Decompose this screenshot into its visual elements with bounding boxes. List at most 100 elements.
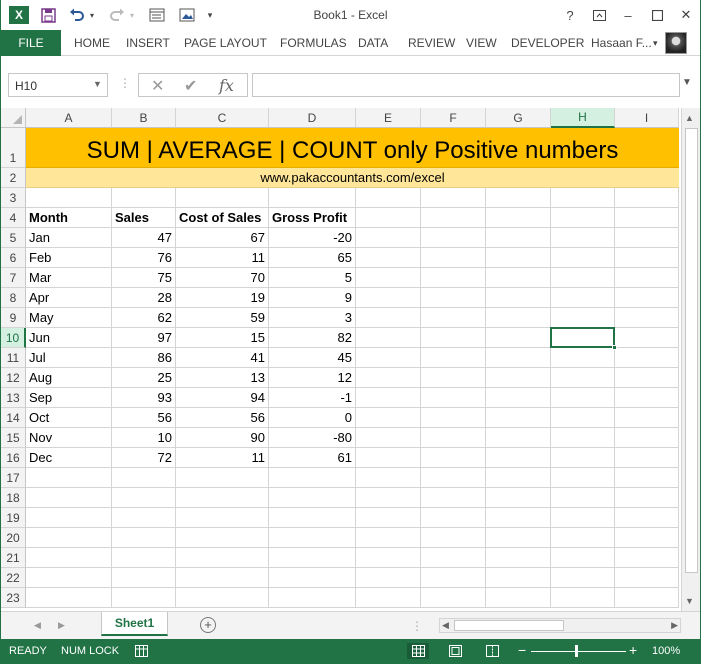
cell[interactable] bbox=[486, 328, 551, 348]
cell[interactable] bbox=[26, 508, 112, 528]
cell[interactable] bbox=[486, 208, 551, 228]
cell[interactable] bbox=[269, 588, 356, 608]
cell[interactable] bbox=[421, 388, 486, 408]
expand-formula-bar-icon[interactable]: ▼ bbox=[682, 77, 692, 88]
enter-icon[interactable]: ✔ bbox=[184, 76, 197, 96]
cell[interactable] bbox=[551, 568, 615, 588]
cell[interactable] bbox=[421, 488, 486, 508]
cell[interactable] bbox=[421, 288, 486, 308]
cell[interactable] bbox=[551, 268, 615, 288]
cell[interactable] bbox=[615, 468, 679, 488]
month-cell[interactable]: Aug bbox=[26, 368, 112, 388]
cell[interactable] bbox=[421, 208, 486, 228]
value-cell[interactable]: 59 bbox=[176, 308, 269, 328]
tab-insert[interactable]: INSERT bbox=[126, 36, 170, 50]
cell[interactable] bbox=[486, 288, 551, 308]
sheet-tab-sheet1[interactable]: Sheet1 bbox=[101, 612, 168, 636]
cell[interactable] bbox=[486, 428, 551, 448]
cell[interactable] bbox=[421, 268, 486, 288]
cell[interactable] bbox=[176, 508, 269, 528]
user-name[interactable]: Hasaan F... bbox=[591, 36, 652, 50]
value-cell[interactable]: 56 bbox=[176, 408, 269, 428]
save-icon[interactable] bbox=[39, 6, 57, 24]
cell[interactable] bbox=[112, 528, 176, 548]
cell[interactable] bbox=[26, 588, 112, 608]
cell[interactable] bbox=[112, 508, 176, 528]
cell[interactable] bbox=[112, 548, 176, 568]
cell[interactable] bbox=[615, 308, 679, 328]
scroll-down-icon[interactable]: ▼ bbox=[685, 596, 694, 606]
cell[interactable] bbox=[615, 448, 679, 468]
cell[interactable] bbox=[551, 468, 615, 488]
cell[interactable] bbox=[356, 228, 421, 248]
value-cell[interactable]: 10 bbox=[112, 428, 176, 448]
month-cell[interactable]: Jul bbox=[26, 348, 112, 368]
cell[interactable] bbox=[551, 248, 615, 268]
row-header-20[interactable]: 20 bbox=[1, 528, 26, 548]
cell[interactable] bbox=[551, 588, 615, 608]
cell[interactable] bbox=[356, 388, 421, 408]
value-cell[interactable]: 3 bbox=[269, 308, 356, 328]
row-header-16[interactable]: 16 bbox=[1, 448, 26, 468]
column-header-d[interactable]: D bbox=[269, 108, 356, 128]
tab-home[interactable]: HOME bbox=[74, 36, 110, 50]
value-cell[interactable]: 82 bbox=[269, 328, 356, 348]
cell[interactable] bbox=[615, 228, 679, 248]
cell[interactable] bbox=[615, 288, 679, 308]
cell[interactable] bbox=[551, 408, 615, 428]
month-cell[interactable]: Jun bbox=[26, 328, 112, 348]
sheet-title-cell[interactable]: SUM | AVERAGE | COUNT only Positive numb… bbox=[26, 128, 679, 168]
cell[interactable] bbox=[356, 248, 421, 268]
value-cell[interactable]: 93 bbox=[112, 388, 176, 408]
cell[interactable] bbox=[615, 268, 679, 288]
cell[interactable] bbox=[486, 228, 551, 248]
ribbon-display-options-icon[interactable] bbox=[586, 4, 612, 26]
value-cell[interactable]: 72 bbox=[112, 448, 176, 468]
cell[interactable] bbox=[356, 428, 421, 448]
cell[interactable] bbox=[421, 308, 486, 328]
row-header-7[interactable]: 7 bbox=[1, 268, 26, 288]
row-header-15[interactable]: 15 bbox=[1, 428, 26, 448]
cell[interactable] bbox=[551, 528, 615, 548]
month-cell[interactable]: May bbox=[26, 308, 112, 328]
zoom-out-button[interactable]: − bbox=[518, 642, 526, 658]
cell[interactable] bbox=[269, 568, 356, 588]
maximize-icon[interactable] bbox=[644, 4, 670, 26]
scroll-up-icon[interactable]: ▲ bbox=[685, 113, 694, 123]
cell[interactable] bbox=[551, 368, 615, 388]
row-header-3[interactable]: 3 bbox=[1, 188, 26, 208]
cell[interactable] bbox=[421, 228, 486, 248]
cell[interactable] bbox=[269, 468, 356, 488]
value-cell[interactable]: 41 bbox=[176, 348, 269, 368]
cell[interactable] bbox=[551, 288, 615, 308]
cell[interactable] bbox=[615, 208, 679, 228]
cell[interactable] bbox=[421, 368, 486, 388]
cell[interactable] bbox=[26, 568, 112, 588]
row-header-5[interactable]: 5 bbox=[1, 228, 26, 248]
fill-handle[interactable] bbox=[612, 345, 617, 350]
cell[interactable] bbox=[421, 428, 486, 448]
table-header-cell[interactable]: Month bbox=[26, 208, 112, 228]
undo-dropdown-icon[interactable]: ▾ bbox=[87, 6, 97, 24]
tab-split-grip-icon[interactable]: ⋮ bbox=[411, 619, 423, 633]
cell[interactable] bbox=[26, 528, 112, 548]
cell[interactable] bbox=[421, 348, 486, 368]
row-header-6[interactable]: 6 bbox=[1, 248, 26, 268]
cell[interactable] bbox=[112, 568, 176, 588]
user-dropdown-icon[interactable]: ▾ bbox=[653, 38, 658, 49]
page-layout-view-icon[interactable] bbox=[446, 643, 464, 659]
redo-icon[interactable] bbox=[107, 6, 127, 24]
cell[interactable] bbox=[615, 408, 679, 428]
cell[interactable] bbox=[269, 188, 356, 208]
row-header-9[interactable]: 9 bbox=[1, 308, 26, 328]
scroll-left-icon[interactable]: ◀ bbox=[442, 620, 449, 631]
cell[interactable] bbox=[421, 468, 486, 488]
cell[interactable] bbox=[356, 548, 421, 568]
cell[interactable] bbox=[486, 448, 551, 468]
row-header-4[interactable]: 4 bbox=[1, 208, 26, 228]
help-button[interactable]: ? bbox=[557, 4, 583, 26]
cell[interactable] bbox=[486, 508, 551, 528]
value-cell[interactable]: 11 bbox=[176, 248, 269, 268]
cell[interactable] bbox=[356, 528, 421, 548]
cell[interactable] bbox=[421, 568, 486, 588]
